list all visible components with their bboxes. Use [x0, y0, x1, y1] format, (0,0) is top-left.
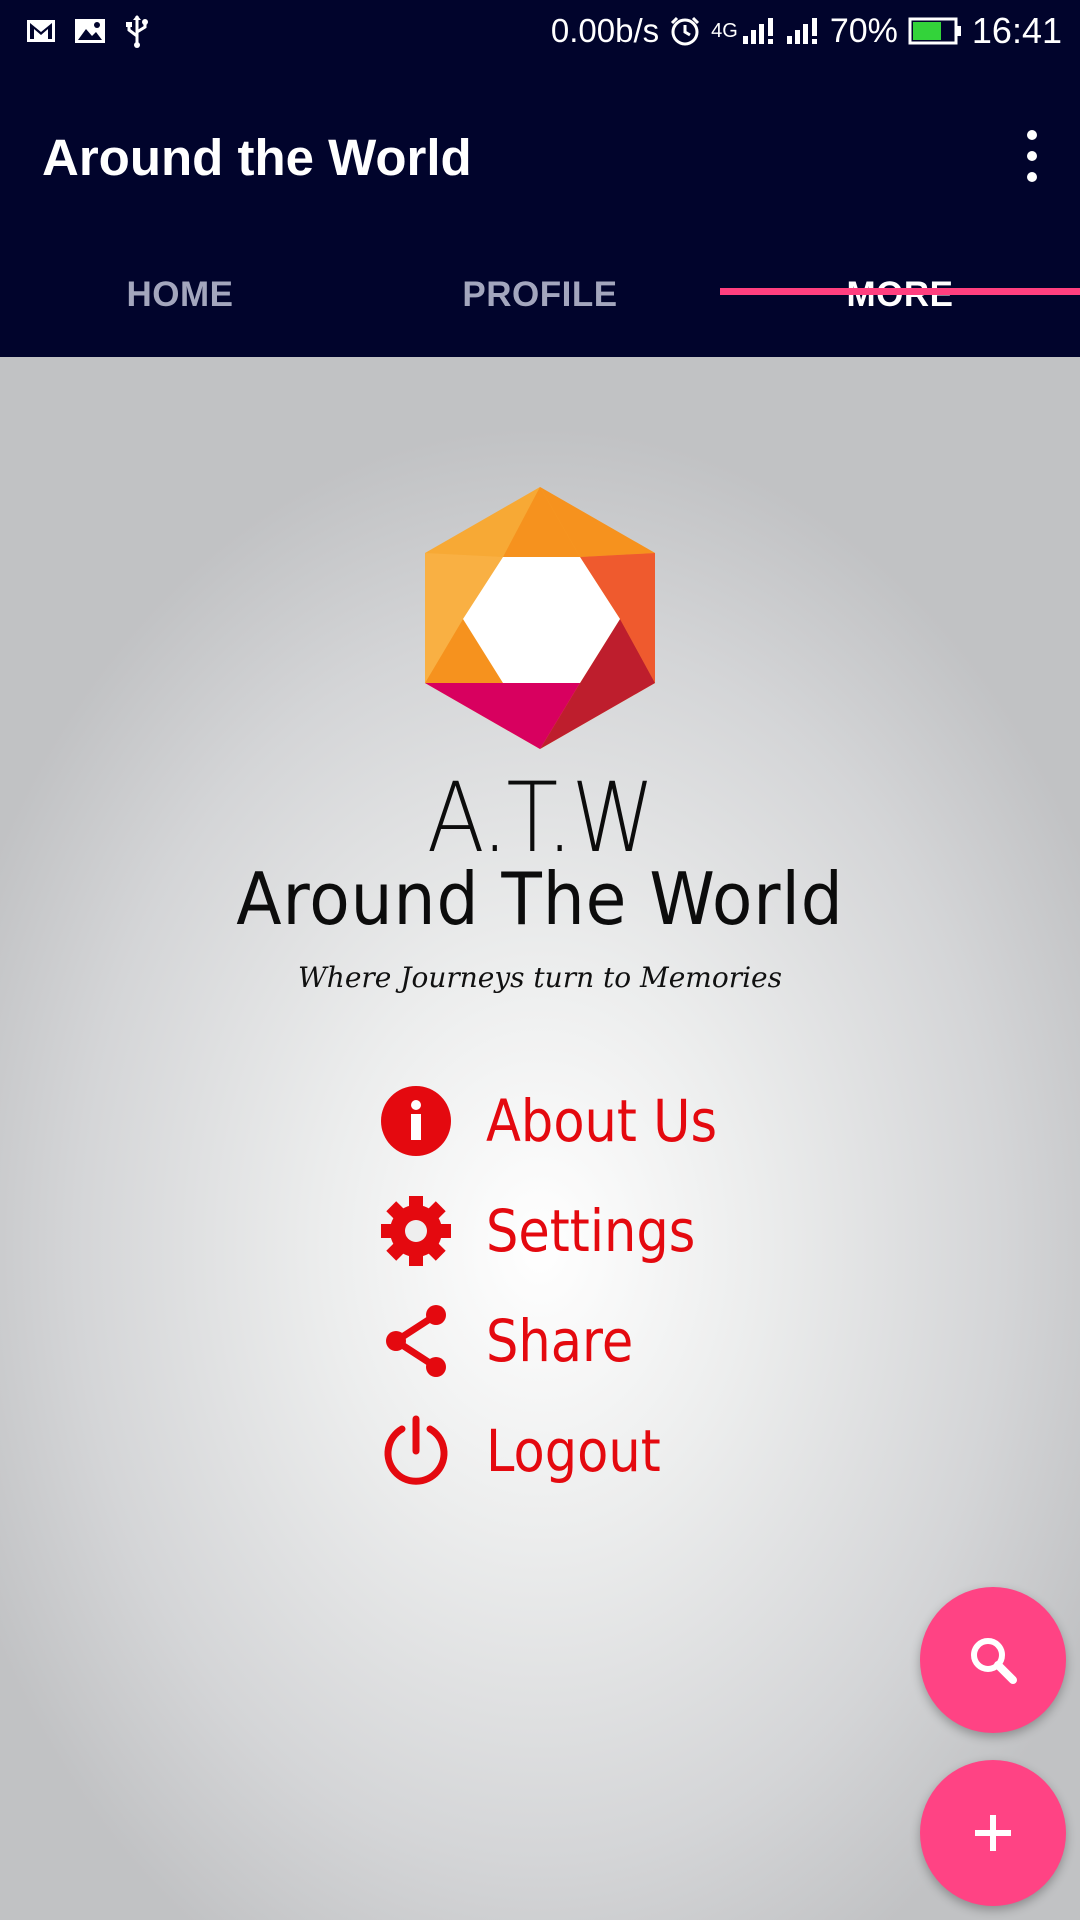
clock: 16:41	[971, 10, 1062, 51]
more-menu: About Us Settings Share Logout	[380, 1077, 880, 1517]
app-bar: Around the World HOME PROFILE MORE	[0, 62, 1080, 357]
more-vert-icon[interactable]	[1010, 122, 1054, 190]
notification-icons	[26, 12, 150, 50]
gear-icon	[381, 1196, 451, 1266]
app-logo	[425, 487, 655, 749]
status-bar: 0.00b/s 4G 70% 16:41	[0, 0, 1080, 62]
net-speed: 0.00b/s	[550, 12, 660, 49]
alarm-icon	[671, 16, 700, 46]
battery-icon	[908, 17, 961, 45]
brand-tagline: Where Journeys turn to Memories	[298, 961, 782, 994]
system-status: 0.00b/s 4G 70% 16:41	[551, 10, 1062, 52]
signal-icon	[742, 18, 773, 44]
image-icon	[75, 19, 105, 43]
more-panel: A.T.W Around The World Where Journeys tu…	[0, 357, 1080, 1920]
tab-home[interactable]: HOME	[0, 267, 360, 357]
menu-item-settings[interactable]: Settings	[380, 1187, 880, 1297]
usb-icon	[126, 15, 148, 48]
info-icon	[381, 1086, 451, 1156]
menu-item-logout[interactable]: Logout	[380, 1407, 880, 1517]
tab-bar: HOME PROFILE MORE	[0, 267, 1080, 357]
menu-item-label: Settings	[486, 1197, 696, 1265]
menu-item-label: About Us	[486, 1087, 718, 1155]
menu-item-share[interactable]: Share	[380, 1297, 880, 1407]
plus-icon	[975, 1815, 1011, 1851]
menu-item-label: Logout	[486, 1417, 661, 1485]
brand-name: Around The World	[236, 857, 844, 941]
menu-item-about-us[interactable]: About Us	[380, 1077, 880, 1187]
battery-percent: 70%	[829, 11, 898, 50]
menu-item-label: Share	[486, 1307, 634, 1375]
add-fab[interactable]	[920, 1760, 1066, 1906]
active-tab-indicator	[720, 288, 1080, 295]
signal-icon-2	[786, 18, 817, 44]
network-type: 4G	[711, 19, 738, 42]
tab-profile[interactable]: PROFILE	[360, 267, 720, 357]
share-icon	[386, 1305, 446, 1377]
search-icon	[971, 1638, 1017, 1684]
tab-more[interactable]: MORE	[720, 267, 1080, 357]
search-fab[interactable]	[920, 1587, 1066, 1733]
gmail-icon	[27, 20, 55, 42]
app-title: Around the World	[42, 129, 472, 186]
power-icon	[384, 1415, 448, 1485]
